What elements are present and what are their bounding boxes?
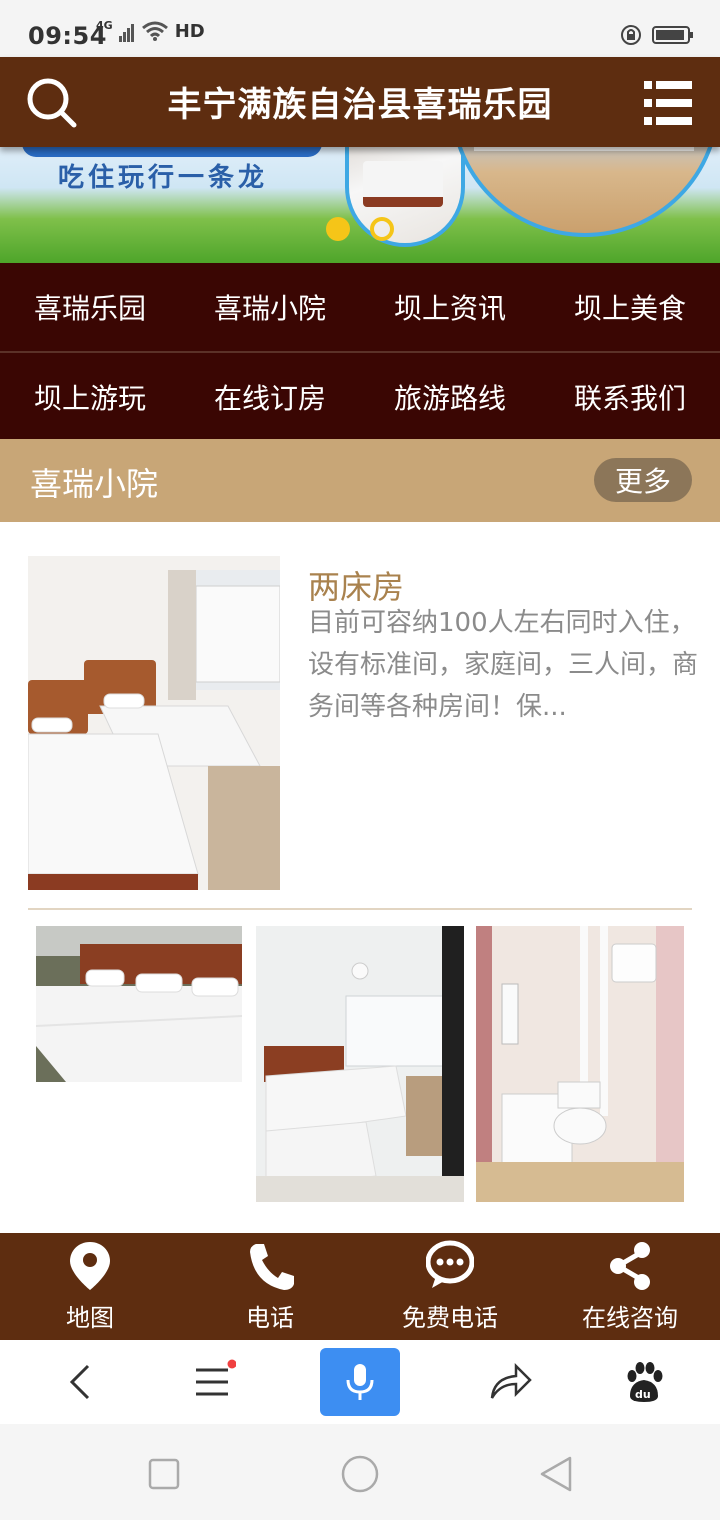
more-button[interactable]: 更多 [594, 458, 692, 502]
system-back-button[interactable] [536, 1454, 576, 1494]
phone-label: 电话 [246, 1304, 294, 1332]
map-button[interactable]: 地图 [0, 1233, 180, 1340]
signal-icon [118, 24, 134, 42]
nav-item-travel-routes[interactable]: 旅游路线 [360, 353, 540, 441]
app-header: 丰宁满族自治县喜瑞乐园 [0, 57, 720, 147]
room-thumbnail-2[interactable] [256, 926, 464, 1202]
hamburger-menu-icon [196, 1359, 237, 1396]
browser-toolbar: du [0, 1340, 720, 1424]
nav-row-1: 喜瑞乐园 喜瑞小院 坝上资讯 坝上美食 [0, 263, 720, 351]
phone-button[interactable]: 电话 [180, 1233, 360, 1340]
baidu-button[interactable]: du [620, 1358, 668, 1406]
bathroom-thumbnail[interactable] [476, 926, 684, 1202]
room-thumbnail-1[interactable] [36, 926, 242, 1082]
free-call-label: 免费电话 [402, 1304, 498, 1332]
page-title: 丰宁满族自治县喜瑞乐园 [167, 85, 553, 125]
section-title: 喜瑞小院 [30, 465, 159, 503]
nav-row-2: 坝上游玩 在线订房 旅游路线 联系我们 [0, 351, 720, 439]
list-menu-icon [644, 81, 692, 125]
baidu-paw-icon: du [627, 1362, 663, 1402]
hd-call-label: HD [174, 21, 205, 42]
room-photo [256, 926, 464, 1202]
forward-share-icon [490, 1362, 532, 1399]
banner-ribbon [22, 147, 322, 157]
featured-room-image[interactable] [28, 556, 280, 890]
square-recents-icon [148, 1458, 180, 1490]
chevron-left-icon [69, 1364, 90, 1400]
system-navigation [0, 1424, 720, 1520]
triangle-back-icon [540, 1456, 572, 1492]
free-call-button[interactable]: 免费电话 [360, 1233, 540, 1340]
rotation-lock-icon [621, 25, 641, 45]
section-divider [28, 908, 692, 910]
section-header: 喜瑞小院 更多 [0, 439, 720, 522]
share-icon [610, 1242, 650, 1290]
online-consult-label: 在线咨询 [582, 1304, 678, 1332]
map-label: 地图 [66, 1304, 114, 1332]
status-right [620, 24, 694, 46]
main-nav: 喜瑞乐园 喜瑞小院 坝上资讯 坝上美食 坝上游玩 在线订房 旅游路线 联系我们 [0, 263, 720, 439]
carousel-dot-1[interactable] [326, 217, 350, 241]
share-button[interactable] [486, 1358, 534, 1406]
nav-item-bashang-tours[interactable]: 坝上游玩 [0, 353, 180, 441]
voice-search-button[interactable] [320, 1348, 400, 1416]
menu-button[interactable] [640, 75, 696, 131]
home-button[interactable] [340, 1454, 380, 1494]
browser-menu-button[interactable] [188, 1358, 237, 1406]
nav-item-bashang-news[interactable]: 坝上资讯 [360, 263, 540, 351]
room-photo [28, 556, 280, 890]
nav-item-bashang-food[interactable]: 坝上美食 [540, 263, 720, 351]
contact-bar: 地图 电话 免费电话 在线咨询 [0, 1233, 720, 1340]
nav-item-online-booking[interactable]: 在线订房 [180, 353, 360, 441]
circle-home-icon [341, 1455, 379, 1493]
chat-bubble-icon [426, 1240, 474, 1288]
phone-icon [250, 1244, 294, 1290]
battery-icon [652, 26, 693, 44]
status-icons: 4G HD [96, 19, 205, 42]
svg-text:du: du [635, 1388, 651, 1401]
nav-item-xirui-courtyard[interactable]: 喜瑞小院 [180, 263, 360, 351]
network-type-label: 4G [96, 19, 113, 32]
nav-item-contact-us[interactable]: 联系我们 [540, 353, 720, 441]
map-pin-icon [70, 1242, 110, 1290]
recents-button[interactable] [144, 1454, 184, 1494]
wifi-icon [141, 21, 168, 41]
status-bar: 09:54 4G HD [0, 0, 720, 57]
room-photo [36, 926, 242, 1082]
carousel-dot-2[interactable] [370, 217, 394, 241]
banner-carousel[interactable]: 吃住玩行一条龙 [0, 147, 720, 263]
banner-slogan: 吃住玩行一条龙 [58, 163, 269, 193]
microphone-icon [346, 1364, 374, 1400]
online-consult-button[interactable]: 在线咨询 [540, 1233, 720, 1340]
nav-item-xirui-park[interactable]: 喜瑞乐园 [0, 263, 180, 351]
banner-yard-photo [450, 147, 720, 237]
bathroom-photo [476, 926, 684, 1202]
back-button[interactable] [56, 1358, 104, 1406]
carousel-indicator [326, 217, 394, 241]
room-description: 目前可容纳100人左右同时入住，设有标准间，家庭间，三人间，商务间等各种房间！保… [308, 608, 698, 722]
